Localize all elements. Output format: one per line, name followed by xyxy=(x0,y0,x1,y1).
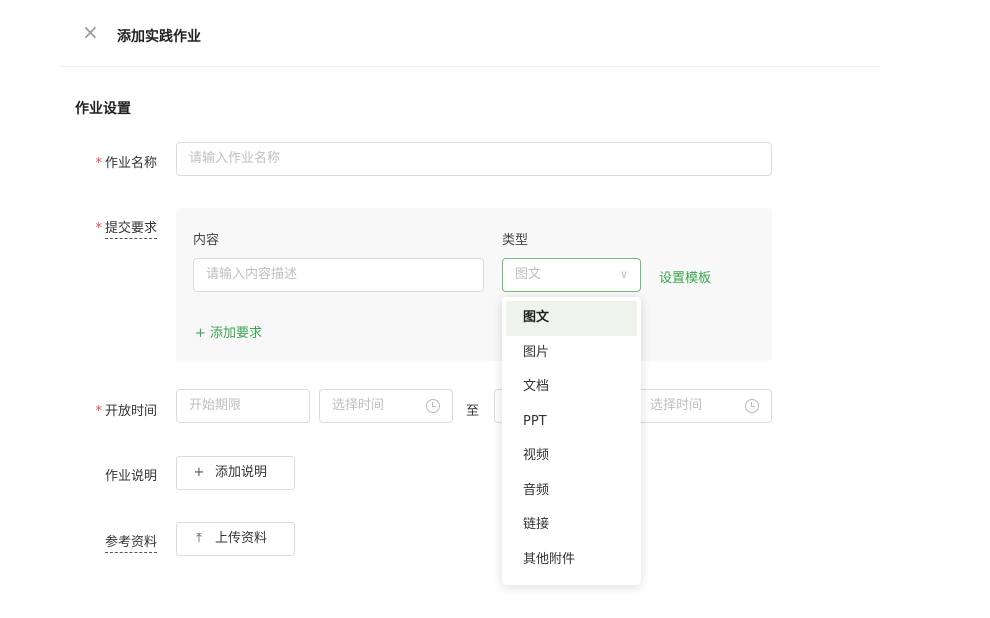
type-option[interactable]: PPT xyxy=(506,405,637,440)
type-option[interactable]: 其他附件 xyxy=(506,543,637,578)
type-label: 类型 xyxy=(502,233,529,248)
chevron-down-icon: ∨ xyxy=(619,268,628,281)
description-label: 作业说明 xyxy=(104,469,157,484)
clock-icon xyxy=(745,399,759,413)
add-requirement-button[interactable]: + 添加要求 xyxy=(195,322,262,341)
reference-label: 参考资料 xyxy=(81,531,157,553)
submission-label: * 提交要求 xyxy=(81,217,157,239)
type-option[interactable]: 音频 xyxy=(506,474,637,509)
name-input[interactable]: 请输入作业名称 xyxy=(176,142,772,176)
close-icon[interactable]: × xyxy=(82,22,99,42)
type-select-value: 图文 xyxy=(515,267,542,282)
required-mark: * xyxy=(95,156,102,171)
dialog-header: × 添加实践作业 xyxy=(60,0,880,67)
required-mark: * xyxy=(95,404,102,419)
upload-icon: ⤒ xyxy=(196,531,202,546)
page-title: 添加实践作业 xyxy=(117,29,201,45)
type-option[interactable]: 图文 xyxy=(506,301,637,336)
section-title: 作业设置 xyxy=(75,101,131,117)
type-option[interactable]: 文档 xyxy=(506,370,637,405)
content-label: 内容 xyxy=(193,233,220,248)
type-dropdown: 图文 图片 文档 PPT 视频 音频 链接 其他附件 xyxy=(502,297,641,585)
clock-icon xyxy=(426,399,440,413)
type-select[interactable]: 图文 ∨ xyxy=(502,258,641,292)
add-description-button[interactable]: + 添加说明 xyxy=(176,456,295,490)
type-option[interactable]: 链接 xyxy=(506,508,637,543)
end-time-input[interactable]: 选择时间 xyxy=(637,389,772,423)
set-template-link[interactable]: 设置模板 xyxy=(659,267,711,286)
start-date-input[interactable]: 开始期限 xyxy=(176,389,310,423)
type-option[interactable]: 图片 xyxy=(506,336,637,371)
start-time-input[interactable]: 选择时间 xyxy=(319,389,453,423)
content-description-input[interactable]: 请输入内容描述 xyxy=(193,258,484,292)
type-option[interactable]: 视频 xyxy=(506,439,637,474)
required-mark: * xyxy=(95,221,102,236)
name-field-label: * 作业名称 xyxy=(95,156,157,171)
plus-icon: + xyxy=(193,465,205,480)
upload-reference-button[interactable]: ⤒ 上传资料 xyxy=(176,522,295,556)
open-time-label: * 开放时间 xyxy=(95,404,157,419)
range-separator: 至 xyxy=(466,404,480,419)
